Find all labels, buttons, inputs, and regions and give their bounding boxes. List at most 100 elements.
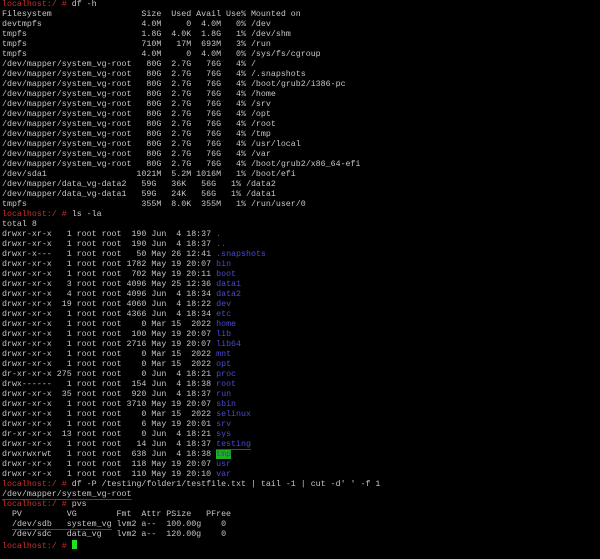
output-text: drwxr-xr-x 3 root root 4096 May 25 12:36	[2, 280, 217, 289]
output-text: /dev/mapper/system_vg-root	[2, 490, 132, 499]
terminal-line: drwxr-xr-x 35 root root 920 Jun 4 18:37 …	[2, 390, 380, 400]
directory-name: opt	[216, 360, 232, 369]
directory-name: data1	[216, 280, 242, 289]
terminal-line: /dev/mapper/data_vg-data2 59G 36K 56G 1%…	[2, 180, 380, 190]
terminal-line: drwxr-xr-x 1 root root 0 Mar 15 2022 mnt	[2, 350, 380, 360]
output-text: df -P /testing/folder1/testfile.txt | ta…	[71, 480, 381, 489]
directory-name: bin	[216, 260, 232, 269]
output-text: /dev/mapper/system_vg-root 80G 2.7G 76G …	[2, 130, 271, 139]
output-text: devtmpfs 4.0M 0 4.0M 0% /dev	[2, 20, 271, 29]
terminal-line: drwxr-xr-x 19 root root 4060 Jun 4 18:22…	[2, 300, 380, 310]
output-text: /dev/mapper/system_vg-root 80G 2.7G 76G …	[2, 160, 361, 169]
terminal-line: localhost:/ #	[2, 540, 380, 551]
terminal-line: /dev/mapper/system_vg-root 80G 2.7G 76G …	[2, 110, 380, 120]
terminal-line: drwxr-xr-x 1 root root 100 May 19 20:07 …	[2, 330, 380, 340]
output-text: drwxr-xr-x 1 root root 110 May 19 20:10	[2, 470, 217, 479]
terminal-line: drwxr-xr-x 1 root root 6 May 19 20:01 sr…	[2, 420, 380, 430]
output-text: drwxr-xr-x 19 root root 4060 Jun 4 18:22	[2, 300, 217, 309]
terminal-line: drwxr-xr-x 1 root root 3710 May 19 20:07…	[2, 400, 380, 410]
terminal-line: drwxr-x--- 1 root root 50 May 26 12:41 .…	[2, 250, 380, 260]
output-text: drwxr-xr-x 1 root root 100 May 19 20:07	[2, 330, 217, 339]
terminal-line: dr-xr-xr-x 13 root root 0 Jun 4 18:21 sy…	[2, 430, 380, 440]
terminal-line: /dev/mapper/system_vg-root 80G 2.7G 76G …	[2, 100, 380, 110]
terminal-line: drwxr-xr-x 1 root root 118 May 19 20:07 …	[2, 460, 380, 470]
terminal-line: tmpfs 4.0M 0 4.0M 0% /sys/fs/cgroup	[2, 50, 380, 60]
output-text: drwxr-xr-x 1 root root 0 Mar 15 2022	[2, 350, 217, 359]
output-text: dr-xr-xr-x 13 root root 0 Jun 4 18:21	[2, 430, 217, 439]
output-text: /dev/sdb system_vg	[11, 520, 112, 529]
terminal-line: drwxr-xr-x 1 root root 2716 May 19 20:07…	[2, 340, 380, 350]
terminal-line: drwxr-xr-x 1 root root 0 Mar 15 2022 hom…	[2, 320, 380, 330]
output-text: drwxr-xr-x 1 root root 6 May 19 20:01	[2, 420, 217, 429]
directory-name: sbin	[216, 400, 237, 409]
output-text: PV VG Fmt Attr PSize PFree	[2, 510, 232, 519]
terminal-line: total 8	[2, 220, 380, 230]
output-text: drwxr-xr-x 1 root root 0 Mar 15 2022	[2, 320, 217, 329]
output-text: lvm2 a-- 100.00g 0	[111, 520, 227, 529]
output-text: drwxrwxrwt 1 root root 638 Jun 4 18:38	[2, 450, 217, 459]
directory-name: selinux	[216, 410, 251, 419]
terminal-output[interactable]: localhost:/ # df -h Filesystem Size Used …	[2, 0, 380, 551]
terminal-line: /dev/mapper/system_vg-root 80G 2.7G 76G …	[2, 70, 380, 80]
terminal-line: drwxr-xr-x 1 root root 14 Jun 4 18:37 te…	[2, 440, 380, 450]
output-text: total 8	[2, 220, 37, 229]
directory-name: testing	[216, 440, 251, 449]
directory-name: .	[216, 230, 222, 239]
output-text: drwxr-xr-x 1 root root 14 Jun 4 18:37	[2, 440, 217, 449]
directory-name: data2	[216, 290, 242, 299]
directory-name: run	[216, 390, 232, 399]
output-text: /dev/mapper/system_vg-root 80G 2.7G 76G …	[2, 90, 276, 99]
output-text: /dev/mapper/data_vg-data1 59G 24K 56G 1%…	[2, 190, 276, 199]
shell-prompt: localhost:/ #	[2, 500, 72, 509]
directory-name: root	[216, 380, 237, 389]
output-text: ls -la	[71, 210, 102, 219]
directory-name: lib	[216, 330, 232, 339]
terminal-line: /dev/mapper/system_vg-root 80G 2.7G 76G …	[2, 130, 380, 140]
terminal-line: devtmpfs 4.0M 0 4.0M 0% /dev	[2, 20, 380, 30]
output-text: /dev/mapper/system_vg-root 80G 2.7G 76G …	[2, 120, 276, 129]
output-text: /dev/mapper/system_vg-root 80G 2.7G 76G …	[2, 70, 306, 79]
directory-name: mnt	[216, 350, 232, 359]
directory-name: etc	[216, 310, 232, 319]
output-text: /dev/mapper/data_vg-data2 59G 36K 56G 1%…	[2, 180, 276, 189]
output-text: pvs	[71, 500, 87, 509]
output-text: drwxr-xr-x 1 root root 190 Jun 4 18:37	[2, 230, 217, 239]
terminal-line: /dev/mapper/system_vg-root 80G 2.7G 76G …	[2, 160, 380, 170]
terminal-line: drwxr-xr-x 4 root root 4096 Jun 4 18:34 …	[2, 290, 380, 300]
shell-prompt: localhost:/ #	[2, 480, 72, 489]
terminal-line: PV VG Fmt Attr PSize PFree	[2, 510, 380, 520]
output-text: drwxr-xr-x 1 root root 118 May 19 20:07	[2, 460, 217, 469]
output-text: tmpfs 1.8G 4.0K 1.8G 1% /dev/shm	[2, 30, 291, 39]
terminal-line: localhost:/ # df -P /testing/folder1/tes…	[2, 480, 380, 490]
output-text: drwxr-xr-x 1 root root 1782 May 19 20:07	[2, 260, 217, 269]
text-cursor	[71, 540, 77, 549]
output-text: /dev/mapper/system_vg-root 80G 2.7G 76G …	[2, 110, 271, 119]
terminal-line: /dev/mapper/system_vg-root 80G 2.7G 76G …	[2, 150, 380, 160]
output-text: drwxr-xr-x 1 root root 3710 May 19 20:07	[2, 400, 217, 409]
output-text: drwxr-xr-x 1 root root 702 May 19 20:11	[2, 270, 217, 279]
output-text: dr-xr-xr-x 275 root root 0 Jun 4 18:21	[2, 370, 217, 379]
terminal-line: drwxr-xr-x 1 root root 702 May 19 20:11 …	[2, 270, 380, 280]
directory-name: boot	[216, 270, 237, 279]
output-text: /dev/mapper/system_vg-root 80G 2.7G 76G …	[2, 80, 346, 89]
shell-prompt: localhost:/ #	[2, 210, 72, 219]
output-text: drwxr-xr-x 4 root root 4096 Jun 4 18:34	[2, 290, 217, 299]
terminal-line: drwxr-xr-x 1 root root 4366 Jun 4 18:34 …	[2, 310, 380, 320]
terminal-line: drwxr-xr-x 1 root root 1782 May 19 20:07…	[2, 260, 380, 270]
terminal-line: drwxr-xr-x 1 root root 110 May 19 20:10 …	[2, 470, 380, 480]
terminal-line: drwxr-xr-x 1 root root 190 Jun 4 18:37 .	[2, 230, 380, 240]
terminal-line: /dev/mapper/system_vg-root 80G 2.7G 76G …	[2, 120, 380, 130]
directory-name: dev	[216, 300, 232, 309]
terminal-line: /dev/mapper/system_vg-root 80G 2.7G 76G …	[2, 140, 380, 150]
directory-name: var	[216, 470, 232, 479]
directory-name: proc	[216, 370, 237, 379]
terminal-line: /dev/mapper/system_vg-root 80G 2.7G 76G …	[2, 90, 380, 100]
output-text: tmpfs 4.0M 0 4.0M 0% /sys/fs/cgroup	[2, 50, 321, 59]
terminal-line: /dev/sdc data_vg lvm2 a-- 120.00g 0	[2, 530, 380, 540]
directory-name: usr	[216, 460, 232, 469]
directory-name: sys	[216, 430, 232, 439]
directory-name: lib64	[216, 340, 242, 349]
directory-name: tmp	[216, 450, 232, 459]
shell-prompt: localhost:/ #	[2, 0, 72, 9]
terminal-line: tmpfs 710M 17M 693M 3% /run	[2, 40, 380, 50]
